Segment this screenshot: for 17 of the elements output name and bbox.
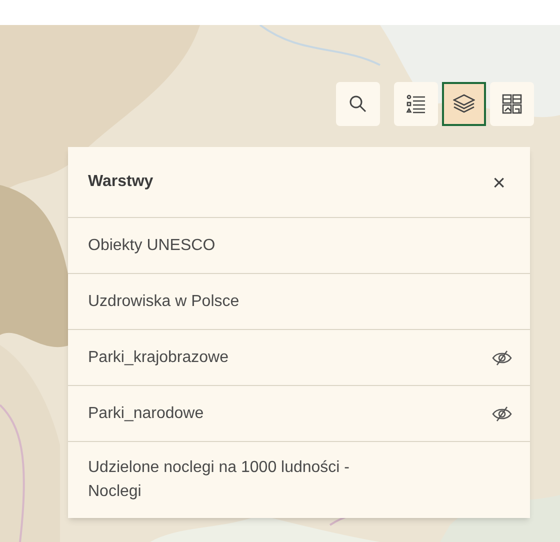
search-icon — [349, 95, 367, 113]
eye-slash-icon[interactable] — [492, 406, 512, 422]
list-icon — [406, 94, 426, 114]
close-button[interactable]: × — [484, 167, 514, 197]
eye-slash-icon[interactable] — [492, 350, 512, 366]
grid-icon — [502, 94, 522, 114]
search-button[interactable] — [336, 82, 380, 126]
panel-title: Warstwy — [88, 172, 154, 192]
layer-item[interactable]: Parki_krajobrazowe — [68, 330, 530, 386]
basemap-button[interactable] — [490, 82, 534, 126]
layer-item[interactable]: Udzielone noclegi na 1000 ludności - Noclegi — [68, 442, 530, 518]
layer-item[interactable]: Parki_narodowe — [68, 386, 530, 442]
legend-button[interactable] — [394, 82, 438, 126]
layer-item[interactable]: Uzdrowiska w Polsce — [68, 274, 530, 330]
layers-button[interactable] — [442, 82, 486, 126]
layer-item[interactable]: Obiekty UNESCO — [68, 218, 530, 274]
layers-icon — [453, 94, 475, 114]
